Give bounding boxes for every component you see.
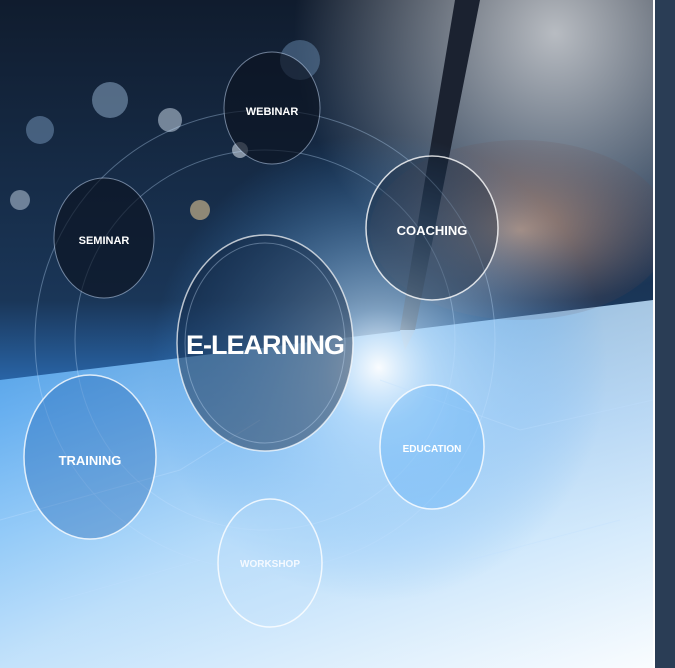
elearning-label: E-LEARNING bbox=[186, 330, 344, 360]
right-sidebar-strip bbox=[655, 0, 675, 668]
bubble-workshop: WORKSHOP bbox=[217, 498, 323, 628]
seminar-label: SEMINAR bbox=[79, 235, 130, 247]
workshop-label: WORKSHOP bbox=[240, 559, 300, 570]
education-label: EDUCATION bbox=[403, 444, 462, 455]
bubble-education: EDUCATION bbox=[379, 384, 485, 510]
bubble-coaching: COACHING bbox=[365, 155, 499, 301]
bubble-training: TRAINING bbox=[23, 374, 157, 540]
bubble-seminar: SEMINAR bbox=[53, 177, 155, 299]
webinar-label: WEBINAR bbox=[246, 106, 299, 118]
training-label: TRAINING bbox=[59, 453, 122, 468]
bubble-elearning: E-LEARNING bbox=[176, 234, 354, 452]
elearning-photo: WEBINAR SEMINAR COACHING E-LEARNING TRAI… bbox=[0, 0, 653, 668]
bubble-webinar: WEBINAR bbox=[223, 51, 321, 165]
photo-canvas: WEBINAR SEMINAR COACHING E-LEARNING TRAI… bbox=[0, 0, 653, 668]
coaching-label: COACHING bbox=[397, 223, 468, 238]
